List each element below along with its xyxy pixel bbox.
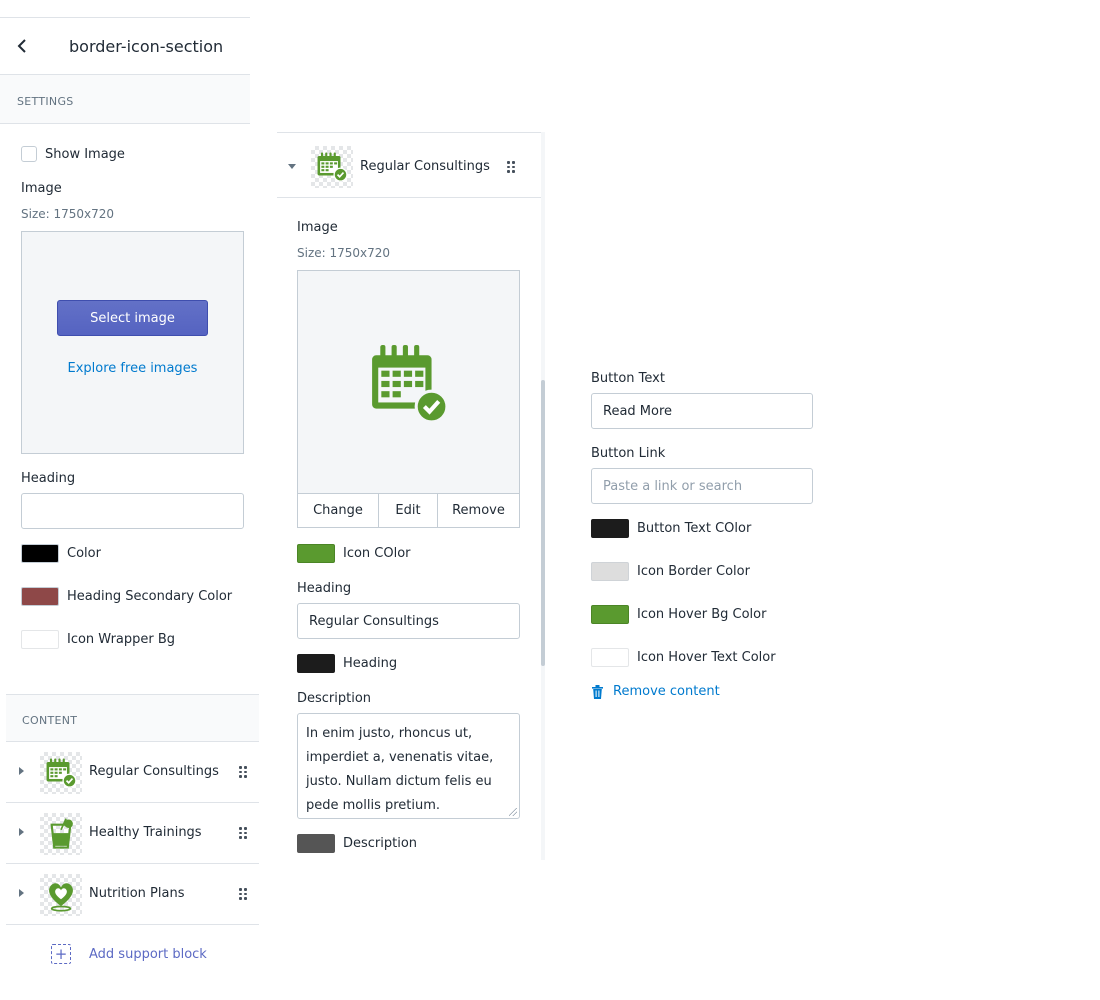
color-swatch[interactable]	[21, 544, 59, 563]
heading-label: Heading	[21, 471, 76, 486]
image-actions: Change Edit Remove	[297, 493, 520, 528]
icon-hover-text-color-swatch[interactable]	[591, 648, 629, 667]
collapse-caret-icon[interactable]	[288, 164, 296, 169]
icon-hover-bg-color-swatch[interactable]	[591, 605, 629, 624]
icon-color-setting[interactable]: Icon COlor	[297, 544, 411, 563]
back-button[interactable]	[12, 36, 32, 56]
content-caption: CONTENT	[22, 714, 78, 727]
edit-image-button[interactable]: Edit	[379, 494, 438, 527]
icon-wrapper-bg-label: Icon Wrapper Bg	[67, 632, 176, 647]
description-color-setting[interactable]: Description	[297, 834, 417, 853]
heading-secondary-color-setting[interactable]: Heading Secondary Color	[21, 587, 232, 606]
icon-border-color-setting[interactable]: Icon Border Color	[591, 562, 750, 581]
heading-secondary-color-swatch[interactable]	[21, 587, 59, 606]
button-text-input[interactable]: Read More	[591, 393, 813, 429]
expand-caret-icon[interactable]	[19, 767, 24, 775]
heading-color-swatch[interactable]	[297, 654, 335, 673]
icon-hover-bg-color-setting[interactable]: Icon Hover Bg Color	[591, 605, 766, 624]
block-item-regular-consultings[interactable]: Regular Consultings	[6, 742, 259, 803]
heart-location-icon	[40, 874, 82, 916]
page-title: border-icon-section	[69, 37, 224, 56]
icon-hover-text-color-setting[interactable]: Icon Hover Text Color	[591, 648, 776, 667]
show-image-label: Show Image	[45, 146, 125, 162]
heading-secondary-color-label: Heading Secondary Color	[67, 589, 233, 604]
panel-header: border-icon-section	[0, 17, 250, 75]
block-image-size-hint: Size: 1750x720	[297, 246, 391, 260]
description-color-label: Description	[343, 836, 418, 851]
description-textarea[interactable]: In enim justo, rhoncus ut, imperdiet a, …	[297, 713, 520, 819]
expand-caret-icon[interactable]	[19, 889, 24, 897]
block-item-label: Regular Consultings	[89, 764, 219, 779]
button-link-input[interactable]: Paste a link or search	[591, 468, 813, 504]
block-item-healthy-trainings[interactable]: Healthy Trainings	[6, 803, 259, 864]
settings-caption: SETTINGS	[17, 95, 74, 108]
heading-color-label: Heading	[343, 656, 398, 671]
remove-content-label: Remove content	[613, 684, 720, 699]
content-section-header: CONTENT	[6, 694, 259, 742]
drag-handle-icon[interactable]	[239, 827, 247, 839]
icon-wrapper-bg-setting[interactable]: Icon Wrapper Bg	[21, 630, 175, 649]
button-text-color-swatch[interactable]	[591, 519, 629, 538]
remove-image-button[interactable]: Remove	[438, 494, 519, 527]
resize-grip-icon[interactable]	[509, 808, 517, 816]
block-editor-header[interactable]: Regular Consultings	[277, 132, 541, 198]
block-heading-input[interactable]: Regular Consultings	[297, 603, 520, 639]
description-text: In enim justo, rhoncus ut, imperdiet a, …	[306, 726, 494, 813]
explore-free-images-link[interactable]: Explore free images	[22, 361, 243, 376]
drink-glass-icon	[40, 813, 82, 855]
button-text-label: Button Text	[591, 371, 665, 386]
icon-hover-text-color-label: Icon Hover Text Color	[637, 650, 776, 665]
description-label: Description	[297, 691, 372, 706]
button-text-color-setting[interactable]: Button Text COlor	[591, 519, 751, 538]
chevron-left-icon	[17, 39, 26, 53]
button-text-color-label: Button Text COlor	[637, 521, 752, 536]
block-image-preview	[297, 270, 520, 494]
image-size-hint: Size: 1750x720	[21, 207, 115, 221]
color-setting[interactable]: Color	[21, 544, 101, 563]
image-label: Image	[21, 181, 62, 196]
icon-color-label: Icon COlor	[343, 546, 411, 561]
icon-border-color-swatch[interactable]	[591, 562, 629, 581]
block-item-label: Nutrition Plans	[89, 886, 185, 901]
block-editor-title: Regular Consultings	[360, 159, 490, 174]
drag-handle-icon[interactable]	[239, 888, 247, 900]
description-color-swatch[interactable]	[297, 834, 335, 853]
color-label: Color	[67, 546, 101, 561]
heading-input[interactable]	[21, 493, 244, 529]
show-image-option[interactable]: Show Image	[21, 146, 125, 162]
block-image-label: Image	[297, 220, 338, 235]
icon-wrapper-bg-swatch[interactable]	[21, 630, 59, 649]
remove-content-button[interactable]: Remove content	[591, 684, 720, 699]
block-item-nutrition-plans[interactable]: Nutrition Plans	[6, 864, 259, 925]
change-image-button[interactable]: Change	[298, 494, 379, 527]
drag-handle-icon[interactable]	[239, 766, 247, 778]
icon-hover-bg-color-label: Icon Hover Bg Color	[637, 607, 767, 622]
drag-handle-icon[interactable]	[507, 161, 515, 173]
expand-caret-icon[interactable]	[19, 828, 24, 836]
calendar-check-icon	[40, 752, 82, 794]
section-settings-panel: border-icon-section SETTINGS	[0, 17, 250, 124]
calendar-check-icon	[372, 345, 449, 424]
calendar-check-icon	[311, 146, 353, 188]
add-block-icon: +	[51, 944, 71, 964]
icon-color-swatch[interactable]	[297, 544, 335, 563]
block-heading-label: Heading	[297, 581, 352, 596]
icon-border-color-label: Icon Border Color	[637, 564, 750, 579]
settings-section-header: SETTINGS	[0, 75, 250, 124]
block-item-label: Healthy Trainings	[89, 825, 202, 840]
trash-icon	[592, 684, 603, 699]
scrollbar-thumb[interactable]	[541, 380, 545, 666]
image-picker: Select image Explore free images	[21, 231, 244, 454]
add-block-label: Add support block	[89, 946, 207, 962]
show-image-checkbox[interactable]	[21, 146, 37, 162]
select-image-button[interactable]: Select image	[57, 300, 208, 336]
heading-color-setting[interactable]: Heading	[297, 654, 397, 673]
button-link-label: Button Link	[591, 446, 666, 461]
add-block-button[interactable]: + Add support block	[51, 944, 207, 964]
